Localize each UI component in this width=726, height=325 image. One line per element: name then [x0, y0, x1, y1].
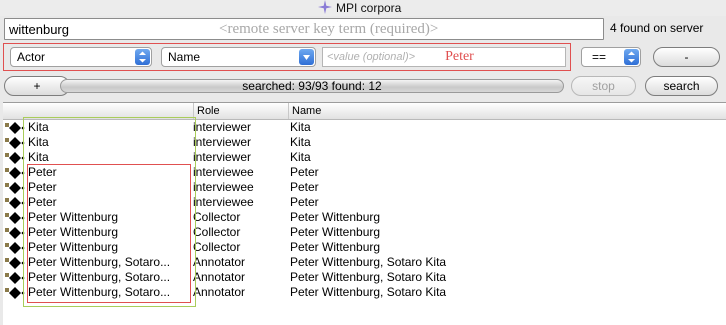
row-role: interviewer [193, 150, 252, 164]
value-input[interactable]: <value (optional)> Peter [322, 47, 566, 67]
row-role: interviewee [193, 195, 254, 209]
red-annotation-box [27, 164, 191, 303]
remove-filter-label: - [684, 50, 689, 64]
row-role: interviewer [193, 120, 252, 134]
operator-select[interactable]: == [581, 47, 641, 67]
stop-label: stop [592, 79, 615, 93]
row-name: Peter Wittenburg [290, 210, 381, 224]
row-name: Peter Wittenburg [290, 225, 381, 239]
row-name: Kita [290, 120, 311, 134]
row-name: Kita [290, 135, 311, 149]
row-name: Peter Wittenburg [290, 240, 381, 254]
chevron-down-icon [299, 49, 314, 65]
window-title: MPI corpora [336, 1, 402, 15]
attribute-select-value: Name [168, 50, 201, 64]
value-annotation: Peter [445, 49, 474, 64]
up-down-arrows-icon [624, 49, 639, 65]
row-role: Collector [193, 210, 241, 224]
attribute-select[interactable]: Name [161, 47, 316, 67]
row-role: Annotator [193, 285, 246, 299]
window-title-group: MPI corpora [318, 0, 401, 16]
row-name: Peter [290, 195, 319, 209]
row-role: interviewer [193, 135, 252, 149]
row-role: Annotator [193, 270, 246, 284]
stop-button[interactable]: stop [571, 76, 636, 96]
server-result-count: 4 found on server [610, 21, 704, 35]
row-role: Annotator [193, 255, 246, 269]
sparkle-icon [318, 0, 332, 17]
search-label: search [663, 79, 700, 93]
add-filter-label: + [33, 79, 41, 93]
row-name: Peter Wittenburg, Sotaro Kita [290, 255, 447, 269]
remove-filter-button[interactable]: - [653, 47, 720, 67]
row-role: interviewee [193, 165, 254, 179]
row-role: interviewee [193, 180, 254, 194]
field-select[interactable]: Actor [10, 47, 152, 67]
search-input-value: wittenburg [9, 21, 69, 37]
row-name: Peter [290, 165, 319, 179]
operator-select-value: == [592, 50, 607, 64]
row-name: Kita [290, 150, 311, 164]
row-role: Collector [193, 225, 241, 239]
search-hint: <remote server key term (required)> [219, 20, 439, 37]
search-status: searched: 93/93 found: 12 [242, 79, 382, 93]
row-name: Peter Wittenburg, Sotaro Kita [290, 270, 447, 284]
column-header-name[interactable]: Name [289, 103, 726, 119]
value-placeholder: <value (optional)> [327, 51, 416, 63]
column-header-role[interactable]: Role [194, 103, 289, 119]
search-button[interactable]: search [645, 76, 718, 96]
row-name: Peter [290, 180, 319, 194]
search-input[interactable]: wittenburg <remote server key term (requ… [4, 18, 604, 40]
row-role: Collector [193, 240, 241, 254]
up-down-arrows-icon [135, 49, 150, 65]
row-name: Peter Wittenburg, Sotaro Kita [290, 285, 447, 299]
field-select-value: Actor [17, 50, 46, 64]
